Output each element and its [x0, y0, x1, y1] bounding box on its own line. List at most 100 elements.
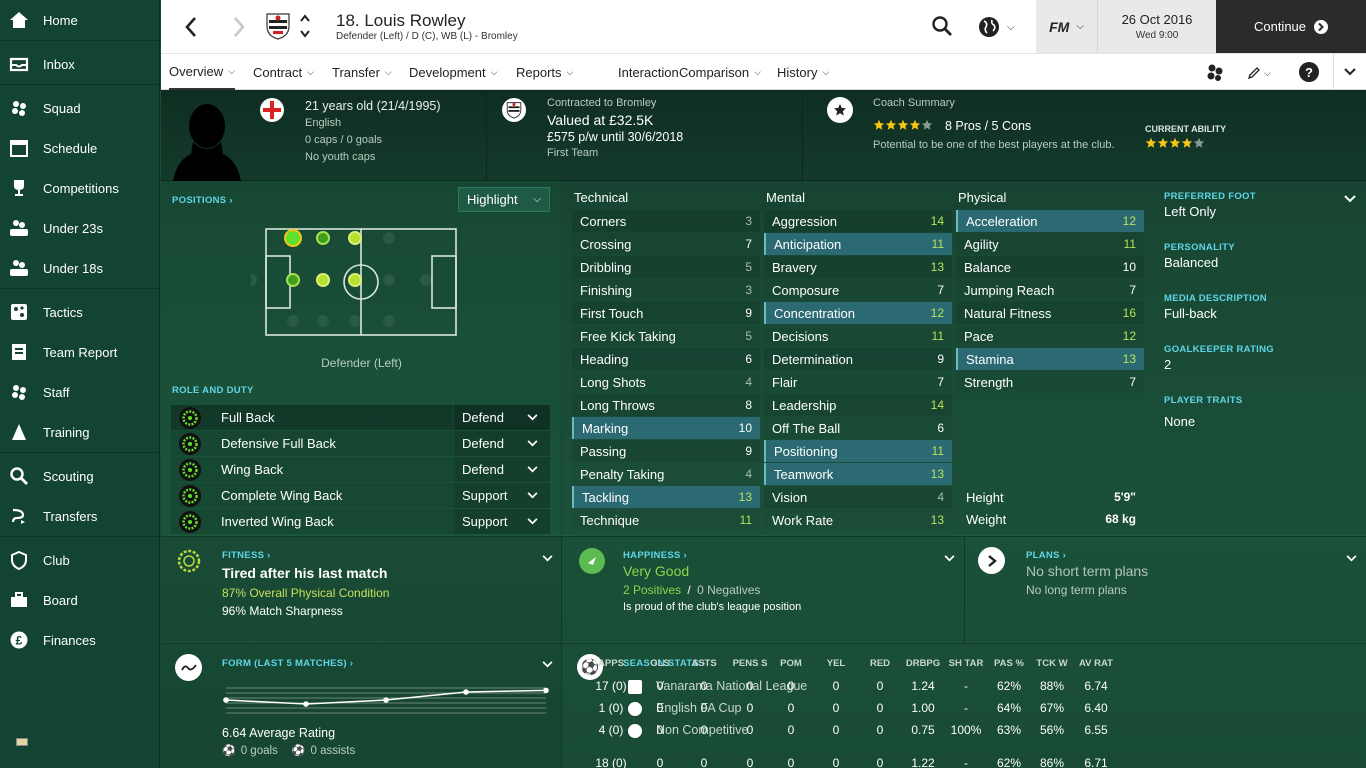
attribute-row[interactable]: Decisions 11 [764, 325, 952, 347]
attribute-row[interactable]: Marking 10 [572, 417, 760, 439]
attribute-row[interactable]: Dribbling 5 [572, 256, 760, 278]
continue-button[interactable]: Continue [1216, 0, 1366, 53]
attribute-row[interactable]: Agility 11 [956, 233, 1144, 255]
form-label[interactable]: FORM (LAST 5 MATCHES) › [222, 658, 353, 669]
attribute-row[interactable]: Balance 10 [956, 256, 1144, 278]
attribute-row[interactable]: Jumping Reach 7 [956, 279, 1144, 301]
collapse-button[interactable] [1333, 54, 1366, 90]
attribute-row[interactable]: Tackling 13 [572, 486, 760, 508]
attribute-row[interactable]: Flair 7 [764, 371, 952, 393]
role-row[interactable]: Complete Wing Back Support [171, 483, 550, 508]
attribute-row[interactable]: Penalty Taking 4 [572, 463, 760, 485]
stats-header[interactable]: DRBPG [899, 658, 947, 669]
happiness-label[interactable]: HAPPINESS › [623, 550, 687, 561]
sidebar-item-under-18s[interactable]: Under 18s [0, 248, 160, 288]
sidebar-item-training[interactable]: Training [0, 412, 160, 452]
duty-dropdown[interactable]: Support [453, 483, 550, 508]
form-point[interactable] [383, 697, 389, 703]
tab-overview[interactable]: Overview ⌵ [169, 54, 236, 90]
fitness-label[interactable]: FITNESS › [222, 550, 271, 561]
stats-header[interactable]: RED [856, 658, 904, 669]
sidebar-item-inbox[interactable]: Inbox [0, 44, 160, 84]
attribute-row[interactable]: Aggression 14 [764, 210, 952, 232]
attribute-row[interactable]: Strength 7 [956, 371, 1144, 393]
plans-collapse[interactable] [1346, 550, 1357, 565]
sidebar-item-squad[interactable]: Squad [0, 88, 160, 128]
attribute-row[interactable]: Stamina 13 [956, 348, 1144, 370]
attribute-row[interactable]: Vision 4 [764, 486, 952, 508]
sidebar-item-home[interactable]: Home [0, 0, 160, 40]
sidebar-item-staff[interactable]: Staff [0, 372, 160, 412]
back-button[interactable] [179, 14, 203, 40]
positions-label[interactable]: POSITIONS › [172, 195, 233, 206]
attribute-row[interactable]: Positioning 11 [764, 440, 952, 462]
attribute-row[interactable]: Crossing 7 [572, 233, 760, 255]
role-row[interactable]: Wing Back Defend [171, 457, 550, 482]
player-up-down[interactable] [298, 12, 312, 40]
sidebar-item-transfers[interactable]: Transfers [0, 496, 160, 536]
attribute-row[interactable]: Pace 12 [956, 325, 1144, 347]
stats-header[interactable]: ASTS [680, 658, 728, 669]
attribute-row[interactable]: Work Rate 13 [764, 509, 952, 531]
highlight-dropdown[interactable]: Highlight ⌵ [458, 187, 550, 212]
form-point[interactable] [303, 701, 309, 707]
form-point[interactable] [543, 687, 549, 694]
world-button[interactable]: ⌵ [978, 14, 1022, 40]
tab-comparison[interactable]: Comparison ⌵ [679, 54, 761, 90]
attribute-row[interactable]: First Touch 9 [572, 302, 760, 324]
sidebar-item-schedule[interactable]: Schedule [0, 128, 160, 168]
duty-dropdown[interactable]: Defend [453, 457, 550, 482]
form-collapse[interactable] [542, 656, 553, 671]
sidebar-item-tactics[interactable]: Tactics [0, 292, 160, 332]
role-row[interactable]: Inverted Wing Back Support [171, 509, 550, 534]
attribute-row[interactable]: Natural Fitness 16 [956, 302, 1144, 324]
help-button[interactable]: ? [1299, 62, 1319, 82]
tab-history[interactable]: History ⌵ [777, 54, 829, 90]
tab-reports[interactable]: Reports ⌵ [516, 54, 573, 90]
duty-dropdown[interactable]: Defend [453, 431, 550, 456]
sidebar-item-club[interactable]: Club [0, 540, 160, 580]
attribute-row[interactable]: Long Shots 4 [572, 371, 760, 393]
tab-contract[interactable]: Contract ⌵ [253, 54, 314, 90]
fitness-collapse[interactable] [542, 550, 553, 565]
tab-transfer[interactable]: Transfer ⌵ [332, 54, 392, 90]
attribute-row[interactable]: Passing 9 [572, 440, 760, 462]
plans-icon[interactable] [978, 547, 1005, 574]
role-row[interactable]: Defensive Full Back Defend [171, 431, 550, 456]
attribute-row[interactable]: Composure 7 [764, 279, 952, 301]
fm-menu-button[interactable]: FM ⌵ [1036, 0, 1097, 53]
sidebar-item-competitions[interactable]: Competitions [0, 168, 160, 208]
sidebar-item-finances[interactable]: £ Finances [0, 620, 160, 660]
stats-header[interactable]: TCK W [1028, 658, 1076, 669]
attribute-row[interactable]: Corners 3 [572, 210, 760, 232]
attribute-row[interactable]: Technique 11 [572, 509, 760, 531]
sidebar-item-board[interactable]: Board [0, 580, 160, 620]
plans-label[interactable]: PLANS › [1026, 550, 1066, 561]
stats-header[interactable]: GLS [636, 658, 684, 669]
stats-header[interactable]: YEL [812, 658, 860, 669]
attribute-row[interactable]: Long Throws 8 [572, 394, 760, 416]
info-collapse-button[interactable] [1344, 191, 1356, 206]
attribute-row[interactable]: Off The Ball 6 [764, 417, 952, 439]
attribute-row[interactable]: Leadership 14 [764, 394, 952, 416]
stats-header[interactable]: APPS [587, 658, 635, 669]
form-point[interactable] [463, 689, 469, 695]
stats-header[interactable]: PAS % [985, 658, 1033, 669]
attribute-row[interactable]: Determination 9 [764, 348, 952, 370]
attribute-row[interactable]: Finishing 3 [572, 279, 760, 301]
attribute-row[interactable]: Acceleration 12 [956, 210, 1144, 232]
happiness-collapse[interactable] [944, 550, 955, 565]
stats-header[interactable]: AV RAT [1072, 658, 1120, 669]
edit-menu-button[interactable]: ⌵ [1247, 63, 1275, 83]
attribute-row[interactable]: Heading 6 [572, 348, 760, 370]
stats-header[interactable]: POM [767, 658, 815, 669]
attribute-row[interactable]: Teamwork 13 [764, 463, 952, 485]
form-point[interactable] [223, 697, 229, 703]
role-row[interactable]: Full Back Defend [171, 405, 550, 430]
sidebar-item-under-23s[interactable]: Under 23s [0, 208, 160, 248]
stats-header[interactable]: SH TAR [942, 658, 990, 669]
search-button[interactable] [931, 15, 957, 41]
keyboard-icon[interactable] [16, 738, 28, 746]
duty-dropdown[interactable]: Defend [453, 405, 550, 430]
duty-dropdown[interactable]: Support [453, 509, 550, 534]
